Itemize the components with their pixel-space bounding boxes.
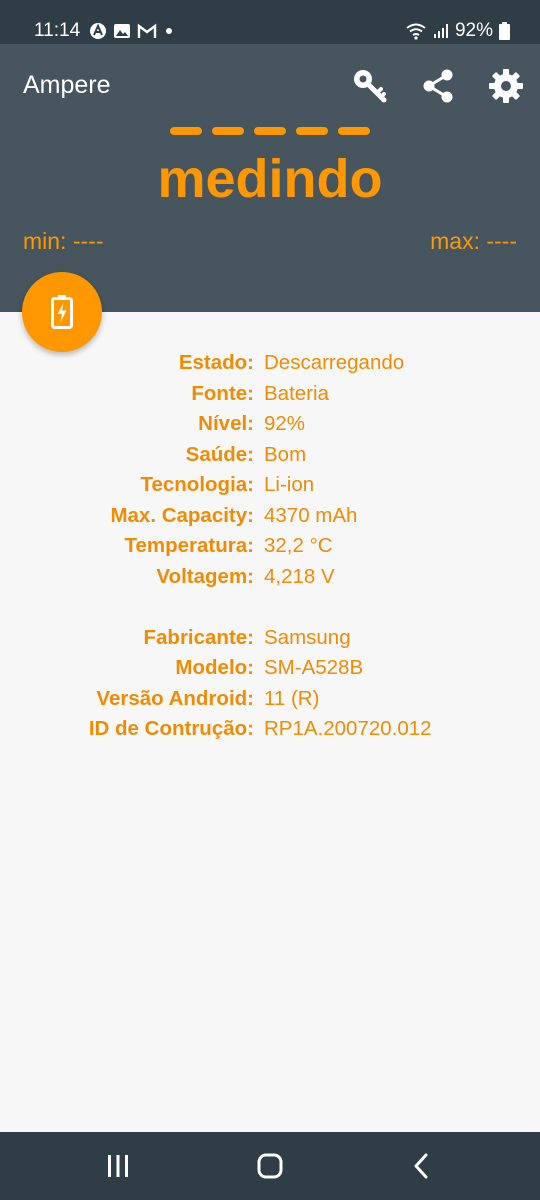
max-value: max: ---- [430,228,517,254]
settings-button[interactable] [484,64,528,108]
info-label: ID de Contrução: [88,717,254,741]
info-row-estado: Estado: Descarregando [0,348,540,379]
info-value: Descarregando [264,351,405,375]
status-notification-icons [89,22,175,40]
info-row-fonte: Fonte: Bateria [0,379,540,410]
info-value: 4370 mAh [264,503,358,527]
dash [338,127,370,135]
info-value: 11 (R) [264,686,320,710]
battery-fab[interactable] [22,272,102,352]
signal-icon [433,24,448,38]
min-value: min: ---- [23,228,104,254]
status-right: 92% [405,20,510,42]
info-label: Temperatura: [124,534,255,558]
app-header: Ampere medindo min: ---- max: ---- [0,44,540,312]
dash [296,127,328,135]
battery-percent: 92% [454,20,493,41]
gear-icon [489,69,523,103]
info-value: 92% [264,412,306,436]
info-label: Tecnologia: [140,473,254,497]
info-row-modelo: Modelo: SM-A528B [0,653,540,684]
measuring-status: medindo [157,149,383,209]
info-value: Li-ion [264,473,315,497]
gmail-icon [137,23,157,38]
info-row-voltagem: Voltagem: 4,218 V [0,562,540,593]
info-row-temperatura: Temperatura: 32,2 °C [0,531,540,562]
home-icon [257,1153,283,1179]
a-notification-icon [90,23,106,39]
back-button[interactable] [391,1146,451,1186]
info-label: Versão Android: [96,686,254,710]
back-icon [414,1153,428,1179]
dot-icon [166,28,172,34]
dash [170,127,202,135]
key-button[interactable] [348,64,392,108]
wifi-icon [406,23,426,40]
info-row-fabricante: Fabricante: Samsung [0,623,540,654]
info-value: Bateria [264,381,329,405]
info-value: Bom [264,442,307,466]
gallery-icon [114,24,130,38]
info-row-max-capacity: Max. Capacity: 4370 mAh [0,501,540,532]
status-bar: 11:14 92% [0,0,540,44]
battery-charging-icon [51,295,73,329]
share-icon [423,69,453,103]
info-row-versao-android: Versão Android: 11 (R) [0,684,540,715]
info-label: Nível: [198,412,254,436]
share-button[interactable] [416,64,460,108]
info-label: Max. Capacity: [110,503,254,527]
info-label: Fonte: [191,381,254,405]
info-value: 4,218 V [264,564,335,588]
info-label: Estado: [178,351,254,375]
info-row-build-id: ID de Contrução: RP1A.200720.012 [0,714,540,745]
recents-button[interactable] [88,1146,148,1186]
current-placeholder-dashes [170,127,370,135]
navigation-bar [0,1132,540,1200]
info-label: Saúde: [185,442,254,466]
info-value: SM-A528B [264,656,364,680]
home-button[interactable] [240,1146,300,1186]
info-list: Estado: Descarregando Fonte: Bateria Nív… [0,348,540,745]
info-row-saude: Saúde: Bom [0,440,540,471]
info-label: Fabricante: [143,625,255,649]
recents-icon [108,1155,128,1177]
status-time: 11:14 [34,20,81,41]
key-icon [354,70,387,103]
info-value: 32,2 °C [264,534,333,558]
dash [212,127,244,135]
info-label: Voltagem: [156,564,254,588]
battery-icon [499,22,510,40]
dash [254,127,286,135]
info-value: RP1A.200720.012 [264,717,432,741]
info-value: Samsung [264,625,351,649]
info-row-nivel: Nível: 92% [0,409,540,440]
info-label: Modelo: [175,656,254,680]
app-title: Ampere [23,71,111,99]
info-row-tecnologia: Tecnologia: Li-ion [0,470,540,501]
